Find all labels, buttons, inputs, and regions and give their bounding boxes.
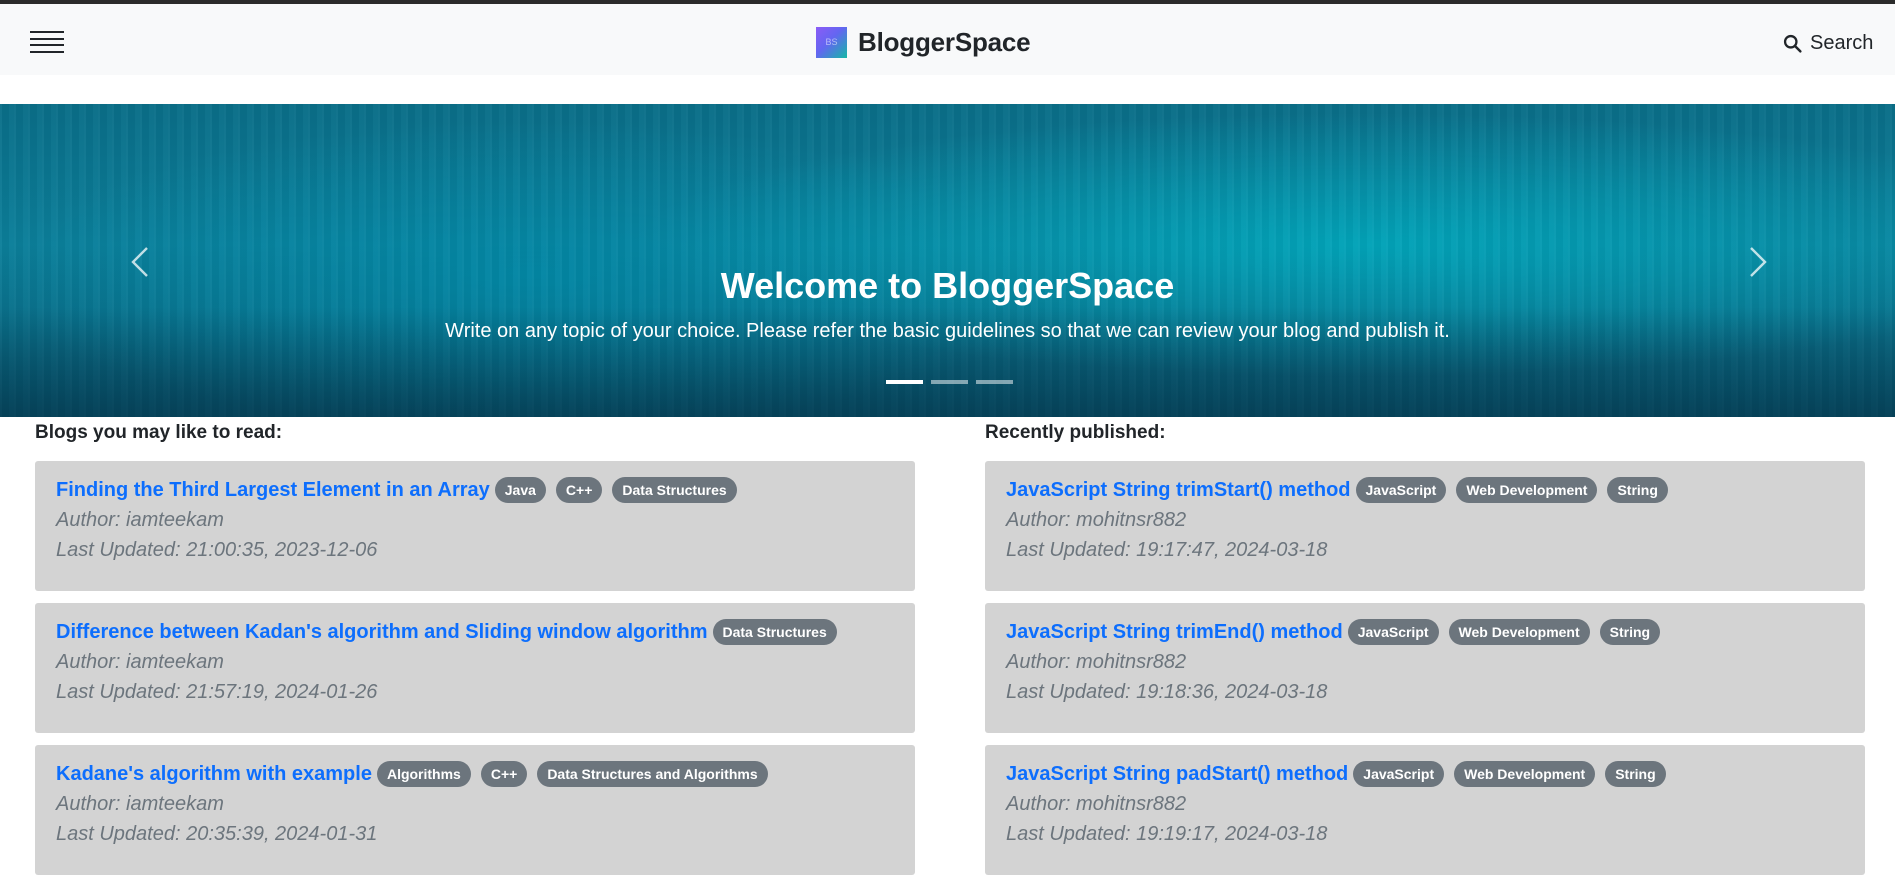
recommended-list: Finding the Third Largest Element in an … — [35, 461, 915, 875]
tag-badge[interactable]: String — [1605, 761, 1666, 787]
blog-author: Author: mohitnsr882 — [1006, 651, 1187, 673]
carousel-indicator-3[interactable] — [976, 380, 1013, 384]
tag-badge[interactable]: JavaScript — [1353, 761, 1445, 787]
blog-author: Author: mohitnsr882 — [1006, 793, 1187, 815]
hero-carousel: Welcome to BloggerSpace Write on any top… — [0, 104, 1895, 417]
carousel-indicators — [886, 380, 1013, 384]
tag-badge[interactable]: String — [1607, 477, 1668, 503]
blog-title-link[interactable]: JavaScript String trimEnd() method — [1006, 621, 1343, 644]
tag-badge[interactable]: Java — [494, 477, 546, 503]
tag-badge[interactable]: String — [1599, 619, 1661, 645]
blog-title-link[interactable]: Difference between Kadan's algorithm and… — [56, 621, 708, 644]
brand-logo: BS — [816, 26, 847, 58]
blog-author: Author: iamteekam — [56, 793, 224, 815]
tag-badge[interactable]: JavaScript — [1347, 619, 1439, 645]
carousel-indicator-2[interactable] — [931, 380, 968, 384]
blog-last-updated: Last Updated: 19:18:36, 2024-03-18 — [1006, 681, 1328, 703]
card-title-row: Finding the Third Largest Element in an … — [56, 475, 895, 505]
blog-last-updated: Last Updated: 19:19:17, 2024-03-18 — [1006, 823, 1328, 845]
brand-name: BloggerSpace — [858, 26, 1031, 57]
blog-title-link[interactable]: Kadane's algorithm with example — [56, 763, 372, 786]
navbar: BS BloggerSpace Search — [0, 4, 1895, 75]
tag-badge[interactable]: Algorithms — [376, 761, 471, 787]
card-title-row: JavaScript String trimEnd() method JavaSc… — [1006, 617, 1845, 647]
search-label: Search — [1810, 31, 1874, 54]
blog-last-updated: Last Updated: 21:57:19, 2024-01-26 — [56, 681, 378, 703]
blog-title-link[interactable]: JavaScript String padStart() method — [1006, 763, 1348, 786]
recommended-blog-card: Kadane's algorithm with example Algorithm… — [35, 745, 915, 875]
tag-badge[interactable]: Data Structures — [712, 619, 837, 645]
recommended-blog-card: Difference between Kadan's algorithm and… — [35, 603, 915, 733]
hero-text: Write on any topic of your choice. Pleas… — [445, 320, 1450, 342]
card-title-row: Difference between Kadan's algorithm and… — [56, 617, 895, 647]
tag-badge[interactable]: JavaScript — [1355, 477, 1447, 503]
blog-last-updated: Last Updated: 20:35:39, 2024-01-31 — [56, 823, 378, 845]
recent-blog-card: JavaScript String padStart() method JavaS… — [985, 745, 1865, 875]
tag-badge[interactable]: Web Development — [1456, 477, 1598, 503]
recent-column: Recently published: JavaScript String tr… — [985, 417, 1865, 875]
hero-title: Welcome to BloggerSpace — [720, 265, 1175, 306]
blog-last-updated: Last Updated: 19:17:47, 2024-03-18 — [1006, 539, 1328, 561]
recommended-heading: Blogs you may like to read: — [35, 422, 283, 443]
tag-badge[interactable]: Web Development — [1454, 761, 1596, 787]
card-title-row: JavaScript String padStart() method JavaS… — [1006, 759, 1845, 789]
search-button[interactable]: Search — [1782, 30, 1873, 56]
card-title-row: Kadane's algorithm with example Algorithm… — [56, 759, 895, 789]
carousel-indicator-1[interactable] — [886, 380, 923, 384]
tag-badge[interactable]: Data Structures and Algorithms — [537, 761, 768, 787]
recent-list: JavaScript String trimStart() method Java… — [985, 461, 1865, 875]
recent-blog-card: JavaScript String trimEnd() method JavaSc… — [985, 603, 1865, 733]
hamburger-icon[interactable] — [30, 31, 64, 53]
recent-heading: Recently published: — [985, 422, 1166, 443]
brand-link[interactable]: BS BloggerSpace — [816, 26, 1031, 58]
recent-blog-card: JavaScript String trimStart() method Java… — [985, 461, 1865, 591]
blog-title-link[interactable]: JavaScript String trimStart() method — [1006, 479, 1351, 502]
tag-badge[interactable]: Web Development — [1448, 619, 1590, 645]
tag-badge[interactable]: C++ — [555, 477, 603, 503]
blog-title-link[interactable]: Finding the Third Largest Element in an … — [56, 479, 490, 502]
recommended-column: Blogs you may like to read: Finding the … — [35, 417, 915, 875]
blog-author: Author: mohitnsr882 — [1006, 509, 1187, 531]
card-title-row: JavaScript String trimStart() method Java… — [1006, 475, 1845, 505]
carousel-caption: Welcome to BloggerSpace Write on any top… — [0, 264, 1895, 344]
search-icon — [1783, 34, 1802, 53]
blog-author: Author: iamteekam — [56, 509, 224, 531]
recommended-blog-card: Finding the Third Largest Element in an … — [35, 461, 915, 591]
tag-badge[interactable]: Data Structures — [612, 477, 737, 503]
tag-badge[interactable]: C++ — [480, 761, 528, 787]
blog-last-updated: Last Updated: 21:00:35, 2023-12-06 — [56, 539, 378, 561]
blog-author: Author: iamteekam — [56, 651, 224, 673]
